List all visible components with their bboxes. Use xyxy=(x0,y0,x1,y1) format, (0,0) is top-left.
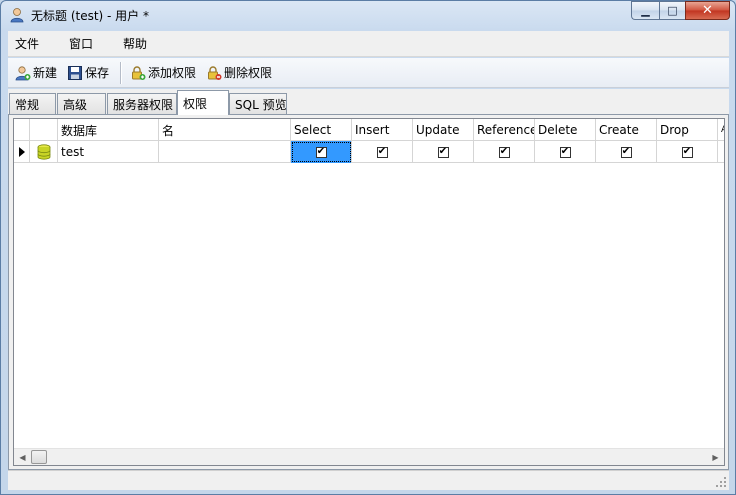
minimize-button[interactable]: ▁ xyxy=(631,1,659,20)
cell-drop[interactable]: ✔ xyxy=(657,141,718,163)
check-icon: ✔ xyxy=(438,146,448,157)
scroll-right-icon[interactable]: ▶ xyxy=(707,449,724,465)
insert-checkbox[interactable]: ✔ xyxy=(376,146,388,158)
references-checkbox[interactable]: ✔ xyxy=(498,146,510,158)
cell-delete[interactable]: ✔ xyxy=(535,141,596,163)
check-icon: ✔ xyxy=(682,146,692,157)
column-header-references[interactable]: References xyxy=(474,119,535,141)
tab-server-privileges-label: 服务器权限 xyxy=(113,98,174,112)
cell-select[interactable]: ✔ xyxy=(291,141,352,163)
column-header-a[interactable]: A xyxy=(718,119,724,141)
new-button[interactable]: 新建 xyxy=(12,61,60,85)
add-privilege-icon xyxy=(132,65,146,80)
user-editor-window: 无标题 (test) - 用户 * ▁ □ ✕ 文件 窗口 帮助 新建 保存 添… xyxy=(0,0,736,495)
select-checkbox[interactable]: ✔ xyxy=(315,146,327,158)
column-header-database[interactable]: 数据库 xyxy=(58,119,159,141)
horizontal-scrollbar[interactable]: ◀ ▶ xyxy=(14,448,724,465)
window-title: 无标题 (test) - 用户 * xyxy=(31,9,149,23)
minimize-icon: ▁ xyxy=(641,4,650,17)
scrollbar-thumb[interactable] xyxy=(31,450,47,464)
maximize-button[interactable]: □ xyxy=(659,1,685,20)
add-privilege-label: 添加权限 xyxy=(148,66,197,80)
tab-privileges-label: 权限 xyxy=(183,96,208,111)
menu-window[interactable]: 窗口 xyxy=(63,35,99,52)
check-icon: ✔ xyxy=(377,146,387,157)
cell-update[interactable]: ✔ xyxy=(413,141,474,163)
check-icon: ✔ xyxy=(621,146,631,157)
row-indicator-header xyxy=(14,119,30,141)
table-row[interactable]: test ✔ ✔ ✔ ✔ ✔ ✔ ✔ xyxy=(14,141,724,163)
database-icon xyxy=(30,141,58,163)
menu-bar: 文件 窗口 帮助 xyxy=(8,31,729,57)
column-header-name[interactable]: 名 xyxy=(159,119,291,141)
new-user-icon xyxy=(15,65,31,80)
delete-privilege-button[interactable]: 删除权限 xyxy=(203,61,275,85)
resize-grip-icon[interactable] xyxy=(715,476,727,488)
menu-help[interactable]: 帮助 xyxy=(117,35,153,52)
add-privilege-button[interactable]: 添加权限 xyxy=(127,61,199,85)
delete-privilege-label: 删除权限 xyxy=(224,66,273,80)
tab-advanced[interactable]: 高级 xyxy=(57,93,106,115)
save-button-label: 保存 xyxy=(85,66,110,80)
column-header-delete[interactable]: Delete xyxy=(535,119,596,141)
tab-advanced-label: 高级 xyxy=(63,98,88,112)
tab-sql-preview-label: SQL 预览 xyxy=(235,98,287,112)
check-icon: ✔ xyxy=(316,146,326,157)
icon-column-header xyxy=(30,119,58,141)
save-icon xyxy=(68,65,83,80)
new-button-label: 新建 xyxy=(33,66,58,80)
column-header-drop[interactable]: Drop xyxy=(657,119,718,141)
row-pointer-icon xyxy=(14,141,30,163)
check-icon: ✔ xyxy=(560,146,570,157)
cell-create[interactable]: ✔ xyxy=(596,141,657,163)
cell-insert[interactable]: ✔ xyxy=(352,141,413,163)
scroll-left-icon[interactable]: ◀ xyxy=(14,449,31,465)
tab-privileges[interactable]: 权限 xyxy=(177,90,229,115)
column-header-update[interactable]: Update xyxy=(413,119,474,141)
delete-checkbox[interactable]: ✔ xyxy=(559,146,571,158)
status-bar xyxy=(8,470,729,490)
cell-name[interactable] xyxy=(159,141,291,163)
privileges-grid: 数据库 名 Select Insert Update References De… xyxy=(13,118,725,466)
privileges-panel: 数据库 名 Select Insert Update References De… xyxy=(8,114,729,470)
delete-privilege-icon xyxy=(208,65,222,80)
check-icon: ✔ xyxy=(499,146,509,157)
tab-sql-preview[interactable]: SQL 预览 xyxy=(229,93,287,115)
toolbar-separator xyxy=(120,61,122,84)
tab-general-label: 常规 xyxy=(15,98,40,112)
column-header-select[interactable]: Select xyxy=(291,119,352,141)
create-checkbox[interactable]: ✔ xyxy=(620,146,632,158)
close-icon: ✕ xyxy=(702,3,713,18)
tab-general[interactable]: 常规 xyxy=(9,93,56,115)
update-checkbox[interactable]: ✔ xyxy=(437,146,449,158)
column-header-create[interactable]: Create xyxy=(596,119,657,141)
tab-server-privileges[interactable]: 服务器权限 xyxy=(107,93,177,115)
close-button[interactable]: ✕ xyxy=(685,1,730,20)
user-icon xyxy=(10,8,24,23)
toolbar: 新建 保存 添加权限 删除权限 xyxy=(8,58,729,88)
save-button[interactable]: 保存 xyxy=(64,61,112,85)
title-bar[interactable]: 无标题 (test) - 用户 * ▁ □ ✕ xyxy=(1,1,735,30)
column-header-insert[interactable]: Insert xyxy=(352,119,413,141)
cell-database[interactable]: test xyxy=(58,141,159,163)
maximize-icon: □ xyxy=(667,4,678,17)
drop-checkbox[interactable]: ✔ xyxy=(681,146,693,158)
menu-file[interactable]: 文件 xyxy=(9,35,45,52)
window-controls: ▁ □ ✕ xyxy=(631,1,730,21)
cell-a[interactable] xyxy=(718,141,724,163)
grid-header: 数据库 名 Select Insert Update References De… xyxy=(14,119,724,141)
tab-strip: 常规 高级 服务器权限 权限 SQL 预览 xyxy=(8,89,729,115)
cell-references[interactable]: ✔ xyxy=(474,141,535,163)
